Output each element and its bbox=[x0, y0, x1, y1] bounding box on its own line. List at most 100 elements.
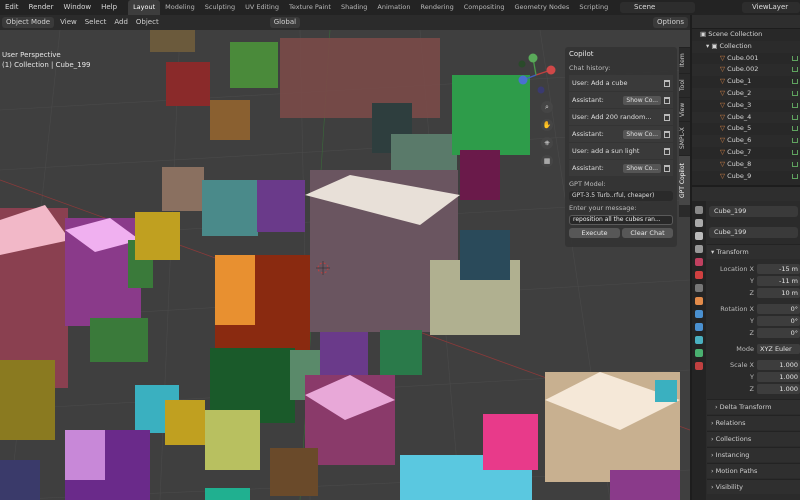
options-dropdown[interactable]: Options bbox=[652, 17, 688, 28]
execute-button[interactable]: Execute bbox=[569, 228, 620, 238]
outliner-item[interactable]: ▽ Cube_4 bbox=[692, 111, 800, 124]
transform-orientation-dropdown[interactable]: Global bbox=[269, 17, 301, 28]
transform-section[interactable]: ▾ Transform bbox=[707, 244, 800, 259]
section-relations[interactable]: › Relations bbox=[707, 415, 800, 430]
message-input[interactable]: reposition all the cubes ran... bbox=[569, 215, 673, 225]
physics-tab-icon[interactable] bbox=[695, 336, 703, 344]
tool-tab-icon[interactable] bbox=[695, 206, 703, 214]
clear-chat-button[interactable]: Clear Chat bbox=[622, 228, 673, 238]
pan-hand-icon[interactable]: ✋ bbox=[541, 119, 553, 131]
collection-row[interactable]: ▾ ▣ Collection bbox=[692, 40, 800, 53]
trash-icon[interactable] bbox=[664, 130, 670, 138]
workspace-tab-rendering[interactable]: Rendering bbox=[416, 0, 459, 15]
outliner-item[interactable]: ▽ Cube_2 bbox=[692, 87, 800, 100]
view-layer-tab-icon[interactable] bbox=[695, 245, 703, 253]
object-tab-icon[interactable] bbox=[695, 297, 703, 305]
menu-help[interactable]: Help bbox=[96, 0, 122, 15]
outliner-item[interactable]: ▽ Cube_3 bbox=[692, 100, 800, 112]
trash-icon[interactable] bbox=[664, 147, 670, 155]
workspace-tab-compositing[interactable]: Compositing bbox=[459, 0, 510, 15]
tab-view[interactable]: View bbox=[679, 97, 690, 121]
scale-z-value[interactable]: 1.000 bbox=[757, 384, 800, 394]
workspace-tab-animation[interactable]: Animation bbox=[372, 0, 415, 15]
trash-icon[interactable] bbox=[664, 96, 670, 104]
trash-icon[interactable] bbox=[664, 79, 670, 87]
grid-icon[interactable]: ▦ bbox=[541, 155, 553, 167]
modifier-icon[interactable] bbox=[792, 161, 798, 167]
section-collections[interactable]: › Collections bbox=[707, 431, 800, 446]
show-code-button[interactable]: Show Co... bbox=[623, 95, 661, 105]
modifier-icon[interactable] bbox=[792, 67, 798, 73]
rotation-x-value[interactable]: 0° bbox=[757, 304, 800, 314]
outliner-item[interactable]: ▽ Cube_5 bbox=[692, 123, 800, 135]
workspace-tab-layout[interactable]: Layout bbox=[128, 0, 161, 15]
outliner-item[interactable]: ▽ Cube_6 bbox=[692, 135, 800, 147]
outliner-item[interactable]: ▽ Cube_8 bbox=[692, 158, 800, 171]
scene-collection-row[interactable]: ▣ Scene Collection bbox=[692, 29, 800, 41]
workspace-tab-shading[interactable]: Shading bbox=[336, 0, 372, 15]
show-code-button[interactable]: Show Co... bbox=[623, 163, 661, 173]
menu-render[interactable]: Render bbox=[24, 0, 59, 15]
rotation-z-value[interactable]: 0° bbox=[757, 328, 800, 338]
tab-smplx[interactable]: SMPL-X bbox=[679, 121, 690, 155]
scale-y-value[interactable]: 1.000 bbox=[757, 372, 800, 382]
scale-x-value[interactable]: 1.000 bbox=[757, 360, 800, 370]
workspace-tab-uv-editing[interactable]: UV Editing bbox=[240, 0, 284, 15]
world-tab-icon[interactable] bbox=[695, 271, 703, 279]
workspace-tab-sculpting[interactable]: Sculpting bbox=[200, 0, 240, 15]
object-name-field[interactable]: Cube_199 bbox=[709, 206, 798, 217]
modifier-tab-icon[interactable] bbox=[695, 310, 703, 318]
workspace-tab-scripting[interactable]: Scripting bbox=[574, 0, 613, 15]
scene-selector[interactable]: Scene bbox=[620, 2, 695, 13]
outliner-item[interactable]: ▽ Cube_1 bbox=[692, 76, 800, 88]
modifier-icon[interactable] bbox=[792, 102, 798, 108]
tab-item[interactable]: Item bbox=[679, 47, 690, 73]
trash-icon[interactable] bbox=[664, 113, 670, 121]
modifier-icon[interactable] bbox=[792, 79, 798, 85]
section-motion-paths[interactable]: › Motion Paths bbox=[707, 463, 800, 478]
location-z-value[interactable]: 10 m bbox=[757, 288, 800, 298]
view-layer-selector[interactable]: ViewLayer bbox=[742, 2, 800, 13]
show-code-button[interactable]: Show Co... bbox=[623, 129, 661, 139]
data-tab-icon[interactable] bbox=[695, 349, 703, 357]
modifier-icon[interactable] bbox=[792, 126, 798, 132]
modifier-icon[interactable] bbox=[792, 55, 798, 61]
rotation-mode-dropdown[interactable]: XYZ Euler bbox=[757, 344, 800, 354]
modifier-icon[interactable] bbox=[792, 173, 798, 179]
menu-edit[interactable]: Edit bbox=[0, 0, 24, 15]
location-x-value[interactable]: -15 m bbox=[757, 264, 800, 274]
view-menu[interactable]: View bbox=[56, 15, 81, 30]
trash-icon[interactable] bbox=[664, 164, 670, 172]
outliner-item[interactable]: ▽ Cube.001 bbox=[692, 53, 800, 65]
modifier-icon[interactable] bbox=[792, 138, 798, 144]
rotation-y-value[interactable]: 0° bbox=[757, 316, 800, 326]
menu-window[interactable]: Window bbox=[58, 0, 96, 15]
outliner-item[interactable]: ▽ Cube.002 bbox=[692, 64, 800, 77]
tab-tool[interactable]: Tool bbox=[679, 73, 690, 97]
particles-tab-icon[interactable] bbox=[695, 323, 703, 331]
data-name-field[interactable]: Cube_199 bbox=[709, 227, 798, 238]
gpt-model-dropdown[interactable]: GPT-3.5 Turb..rful, cheaper) bbox=[569, 191, 673, 201]
mode-dropdown[interactable]: Object Mode bbox=[2, 17, 55, 28]
section-instancing[interactable]: › Instancing bbox=[707, 447, 800, 462]
camera-icon[interactable]: ⎈ bbox=[541, 137, 553, 149]
object-menu[interactable]: Object bbox=[132, 15, 163, 30]
select-menu[interactable]: Select bbox=[81, 15, 111, 30]
search-bar[interactable] bbox=[707, 187, 800, 201]
workspace-tab-geometry-nodes[interactable]: Geometry Nodes bbox=[509, 0, 574, 15]
modifier-icon[interactable] bbox=[792, 90, 798, 96]
modifier-icon[interactable] bbox=[792, 149, 798, 155]
material-tab-icon[interactable] bbox=[695, 362, 703, 370]
section-visibility[interactable]: › Visibility bbox=[707, 479, 800, 494]
outliner-item[interactable]: ▽ Cube_7 bbox=[692, 147, 800, 159]
workspace-tab-texture-paint[interactable]: Texture Paint bbox=[284, 0, 336, 15]
tab-gpt-copilot[interactable]: GPT Copilot bbox=[679, 155, 690, 205]
navigation-gizmo[interactable] bbox=[511, 50, 561, 100]
outliner-item[interactable]: ▽ Cube_9 bbox=[692, 171, 800, 183]
output-tab-icon[interactable] bbox=[695, 232, 703, 240]
scene-tab-icon[interactable] bbox=[695, 258, 703, 266]
modifier-icon[interactable] bbox=[792, 114, 798, 120]
zoom-icon[interactable]: ⌕ bbox=[541, 101, 553, 113]
add-menu[interactable]: Add bbox=[110, 15, 132, 30]
collection-tab-icon[interactable] bbox=[695, 284, 703, 292]
